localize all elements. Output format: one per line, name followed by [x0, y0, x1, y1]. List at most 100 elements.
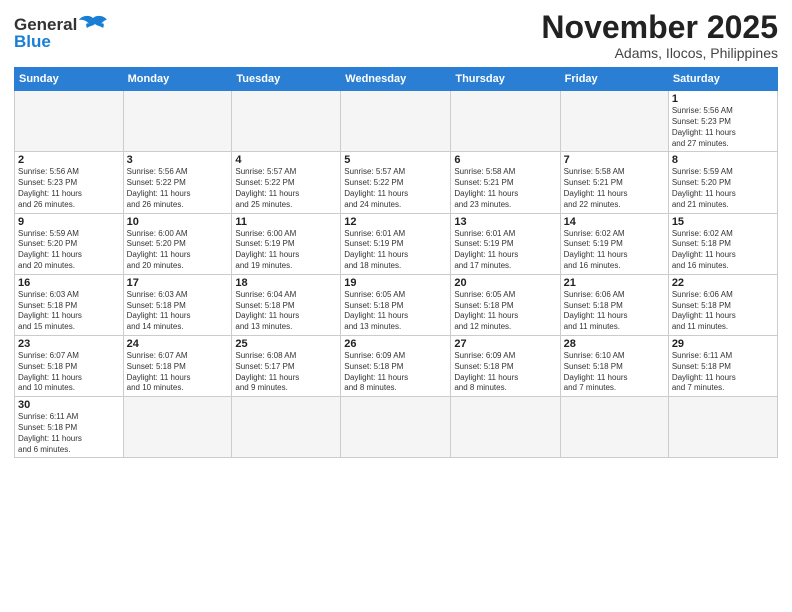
- day-number: 7: [564, 154, 665, 166]
- calendar-day-cell: 22Sunrise: 6:06 AM Sunset: 5:18 PM Dayli…: [668, 274, 777, 335]
- day-number: 24: [127, 338, 229, 350]
- day-number: 8: [672, 154, 774, 166]
- calendar-day-cell: [15, 91, 124, 152]
- day-number: 5: [344, 154, 447, 166]
- calendar-day-cell: 8Sunrise: 5:59 AM Sunset: 5:20 PM Daylig…: [668, 152, 777, 213]
- day-info: Sunrise: 6:05 AM Sunset: 5:18 PM Dayligh…: [344, 290, 447, 333]
- calendar-day-cell: 19Sunrise: 6:05 AM Sunset: 5:18 PM Dayli…: [341, 274, 451, 335]
- day-number: 10: [127, 216, 229, 228]
- day-info: Sunrise: 6:05 AM Sunset: 5:18 PM Dayligh…: [454, 290, 556, 333]
- day-number: 17: [127, 277, 229, 289]
- day-number: 15: [672, 216, 774, 228]
- day-number: 2: [18, 154, 120, 166]
- logo: General Blue: [14, 10, 107, 52]
- day-info: Sunrise: 6:02 AM Sunset: 5:19 PM Dayligh…: [564, 229, 665, 272]
- calendar-day-cell: [668, 397, 777, 458]
- calendar-day-cell: 7Sunrise: 5:58 AM Sunset: 5:21 PM Daylig…: [560, 152, 668, 213]
- day-info: Sunrise: 6:01 AM Sunset: 5:19 PM Dayligh…: [454, 229, 556, 272]
- calendar-day-cell: 23Sunrise: 6:07 AM Sunset: 5:18 PM Dayli…: [15, 335, 124, 396]
- col-saturday: Saturday: [668, 68, 777, 91]
- calendar-day-cell: 10Sunrise: 6:00 AM Sunset: 5:20 PM Dayli…: [123, 213, 232, 274]
- calendar-day-cell: [560, 91, 668, 152]
- calendar-week-row: 2Sunrise: 5:56 AM Sunset: 5:23 PM Daylig…: [15, 152, 778, 213]
- day-info: Sunrise: 5:57 AM Sunset: 5:22 PM Dayligh…: [344, 167, 447, 210]
- calendar-day-cell: [123, 91, 232, 152]
- day-number: 22: [672, 277, 774, 289]
- day-info: Sunrise: 6:11 AM Sunset: 5:18 PM Dayligh…: [18, 412, 120, 455]
- day-info: Sunrise: 5:56 AM Sunset: 5:23 PM Dayligh…: [18, 167, 120, 210]
- calendar-week-row: 23Sunrise: 6:07 AM Sunset: 5:18 PM Dayli…: [15, 335, 778, 396]
- calendar-day-cell: 6Sunrise: 5:58 AM Sunset: 5:21 PM Daylig…: [451, 152, 560, 213]
- day-info: Sunrise: 6:09 AM Sunset: 5:18 PM Dayligh…: [454, 351, 556, 394]
- day-number: 16: [18, 277, 120, 289]
- day-number: 27: [454, 338, 556, 350]
- calendar-day-cell: 9Sunrise: 5:59 AM Sunset: 5:20 PM Daylig…: [15, 213, 124, 274]
- day-number: 4: [235, 154, 337, 166]
- calendar-week-row: 1Sunrise: 5:56 AM Sunset: 5:23 PM Daylig…: [15, 91, 778, 152]
- calendar-header-row: Sunday Monday Tuesday Wednesday Thursday…: [15, 68, 778, 91]
- calendar-day-cell: 16Sunrise: 6:03 AM Sunset: 5:18 PM Dayli…: [15, 274, 124, 335]
- day-number: 9: [18, 216, 120, 228]
- page: General Blue November 2025 Adams, Ilocos…: [0, 0, 792, 612]
- header: General Blue November 2025 Adams, Ilocos…: [14, 10, 778, 61]
- calendar-week-row: 30Sunrise: 6:11 AM Sunset: 5:18 PM Dayli…: [15, 397, 778, 458]
- col-wednesday: Wednesday: [341, 68, 451, 91]
- calendar-day-cell: 18Sunrise: 6:04 AM Sunset: 5:18 PM Dayli…: [232, 274, 341, 335]
- calendar-day-cell: 2Sunrise: 5:56 AM Sunset: 5:23 PM Daylig…: [15, 152, 124, 213]
- calendar-day-cell: [451, 397, 560, 458]
- calendar-day-cell: [232, 91, 341, 152]
- day-number: 19: [344, 277, 447, 289]
- calendar-day-cell: [560, 397, 668, 458]
- day-number: 3: [127, 154, 229, 166]
- calendar-day-cell: 26Sunrise: 6:09 AM Sunset: 5:18 PM Dayli…: [341, 335, 451, 396]
- day-number: 30: [18, 399, 120, 411]
- day-info: Sunrise: 5:56 AM Sunset: 5:22 PM Dayligh…: [127, 167, 229, 210]
- day-info: Sunrise: 6:07 AM Sunset: 5:18 PM Dayligh…: [127, 351, 229, 394]
- calendar-day-cell: 14Sunrise: 6:02 AM Sunset: 5:19 PM Dayli…: [560, 213, 668, 274]
- day-info: Sunrise: 5:59 AM Sunset: 5:20 PM Dayligh…: [672, 167, 774, 210]
- col-tuesday: Tuesday: [232, 68, 341, 91]
- calendar-week-row: 16 Sunrise: 6:03 AM Sunset: 5:18 PM Dayli…: [15, 274, 778, 335]
- day-number: 14: [564, 216, 665, 228]
- day-info: Sunrise: 6:03 AM Sunset: 5:18 PM Dayligh…: [127, 290, 229, 333]
- calendar-day-cell: 24Sunrise: 6:07 AM Sunset: 5:18 PM Dayli…: [123, 335, 232, 396]
- day-number: 28: [564, 338, 665, 350]
- calendar-day-cell: 5Sunrise: 5:57 AM Sunset: 5:22 PM Daylig…: [341, 152, 451, 213]
- calendar-day-cell: [341, 397, 451, 458]
- day-number: 26: [344, 338, 447, 350]
- calendar-day-cell: 28Sunrise: 6:10 AM Sunset: 5:18 PM Dayli…: [560, 335, 668, 396]
- col-monday: Monday: [123, 68, 232, 91]
- day-info: Sunrise: 6:09 AM Sunset: 5:18 PM Dayligh…: [344, 351, 447, 394]
- calendar-day-cell: 17Sunrise: 6:03 AM Sunset: 5:18 PM Dayli…: [123, 274, 232, 335]
- day-number: 25: [235, 338, 337, 350]
- calendar-day-cell: 3Sunrise: 5:56 AM Sunset: 5:22 PM Daylig…: [123, 152, 232, 213]
- calendar-day-cell: 30Sunrise: 6:11 AM Sunset: 5:18 PM Dayli…: [15, 397, 124, 458]
- day-info: Sunrise: 6:08 AM Sunset: 5:17 PM Dayligh…: [235, 351, 337, 394]
- day-number: 20: [454, 277, 556, 289]
- day-info: Sunrise: 6:00 AM Sunset: 5:20 PM Dayligh…: [127, 229, 229, 272]
- day-info: Sunrise: 5:57 AM Sunset: 5:22 PM Dayligh…: [235, 167, 337, 210]
- day-number: 6: [454, 154, 556, 166]
- day-info: Sunrise: 5:56 AM Sunset: 5:23 PM Dayligh…: [672, 106, 774, 149]
- day-info: Sunrise: 6:07 AM Sunset: 5:18 PM Dayligh…: [18, 351, 120, 394]
- calendar-day-cell: 11Sunrise: 6:00 AM Sunset: 5:19 PM Dayli…: [232, 213, 341, 274]
- day-number: 1: [672, 93, 774, 105]
- calendar-day-cell: 20Sunrise: 6:05 AM Sunset: 5:18 PM Dayli…: [451, 274, 560, 335]
- day-number: 29: [672, 338, 774, 350]
- day-info: Sunrise: 6:06 AM Sunset: 5:18 PM Dayligh…: [564, 290, 665, 333]
- calendar-day-cell: 12Sunrise: 6:01 AM Sunset: 5:19 PM Dayli…: [341, 213, 451, 274]
- col-sunday: Sunday: [15, 68, 124, 91]
- day-info: Sunrise: 6:06 AM Sunset: 5:18 PM Dayligh…: [672, 290, 774, 333]
- calendar-day-cell: 13Sunrise: 6:01 AM Sunset: 5:19 PM Dayli…: [451, 213, 560, 274]
- day-number: 18: [235, 277, 337, 289]
- calendar-table: Sunday Monday Tuesday Wednesday Thursday…: [14, 67, 778, 458]
- calendar-day-cell: [123, 397, 232, 458]
- location-subtitle: Adams, Ilocos, Philippines: [541, 45, 778, 61]
- day-info: Sunrise: 6:00 AM Sunset: 5:19 PM Dayligh…: [235, 229, 337, 272]
- day-info: Sunrise: 6:10 AM Sunset: 5:18 PM Dayligh…: [564, 351, 665, 394]
- calendar-day-cell: [341, 91, 451, 152]
- day-number: 11: [235, 216, 337, 228]
- logo-bird-icon: [79, 14, 107, 36]
- calendar-day-cell: 1Sunrise: 5:56 AM Sunset: 5:23 PM Daylig…: [668, 91, 777, 152]
- day-number: 21: [564, 277, 665, 289]
